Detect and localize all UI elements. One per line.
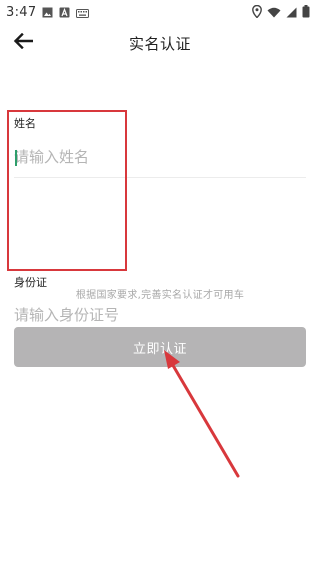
- image-icon: [42, 3, 53, 22]
- arrow-left-icon: [13, 32, 34, 53]
- name-field-group: 姓名: [14, 110, 306, 178]
- verify-now-button[interactable]: 立即认证: [14, 327, 306, 367]
- auth-form: 姓名 身份证: [14, 110, 306, 336]
- notice-text: 根据国家要求,完善实名认证才可用车: [75, 290, 245, 301]
- status-right: [252, 3, 310, 22]
- battery-icon: [302, 3, 310, 22]
- header: 实名认证: [0, 26, 320, 60]
- status-bar: 3:47: [0, 0, 320, 24]
- status-time: 3:47: [6, 4, 37, 20]
- status-left: 3:47: [6, 3, 90, 22]
- annotation-arrow: [164, 350, 240, 478]
- text-caret: [15, 150, 17, 166]
- real-name-auth-screen: 3:47 实名认证 姓名 请输入姓名 身份证 请输入身份证号 根据国家要求,完善…: [0, 0, 320, 568]
- signal-icon: [286, 3, 297, 22]
- id-number-input[interactable]: [14, 304, 304, 326]
- back-button[interactable]: [10, 31, 36, 55]
- name-input[interactable]: [14, 146, 304, 168]
- name-divider: [14, 177, 306, 178]
- wifi-icon: [267, 3, 281, 22]
- page-title: 实名认证: [128, 34, 191, 53]
- name-label: 姓名: [14, 117, 36, 130]
- app-a-icon: [59, 3, 70, 22]
- location-icon: [252, 3, 262, 22]
- keyboard-icon: [76, 3, 90, 22]
